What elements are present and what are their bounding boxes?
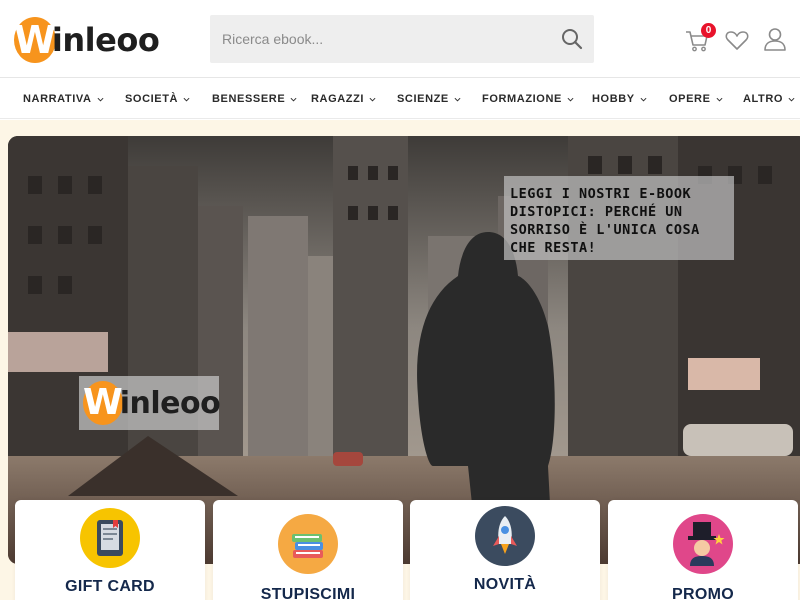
wishlist-button[interactable] xyxy=(724,24,754,54)
main-nav: NARRATIVA SOCIETÀ BENESSERE RAGAZZI SCIE… xyxy=(0,79,800,119)
nav-item-opere[interactable]: OPERE xyxy=(669,79,723,119)
nav-item-label: SCIENZE xyxy=(397,93,449,105)
nav-item-societa[interactable]: SOCIETÀ xyxy=(125,79,190,119)
card-promo[interactable]: PROMO xyxy=(608,500,798,600)
card-label: STUPISCIMI xyxy=(260,586,356,600)
card-stupiscimi[interactable]: STUPISCIMI xyxy=(213,500,403,600)
logo-mark: W xyxy=(83,381,123,425)
card-label: PROMO xyxy=(672,586,734,600)
nav-item-label: SOCIETÀ xyxy=(125,93,179,105)
logo-wordmark: inleoo xyxy=(51,21,160,59)
nav-item-label: RAGAZZI xyxy=(311,93,365,105)
magician-icon xyxy=(673,514,733,574)
cart-count-badge: 0 xyxy=(701,23,716,38)
hero-caption-text: Leggi i nostri e-book distopici: perché … xyxy=(510,186,700,256)
chevron-down-icon xyxy=(567,97,574,102)
user-icon xyxy=(764,28,786,51)
search-icon xyxy=(562,29,583,50)
nav-item-scienze[interactable]: SCIENZE xyxy=(397,79,461,119)
search-bar xyxy=(210,15,594,63)
card-novita[interactable]: NOVITÀ xyxy=(410,500,600,600)
logo-mark: W xyxy=(14,17,56,63)
heart-icon xyxy=(725,31,749,50)
nav-item-label: NARRATIVA xyxy=(23,93,92,105)
books-stack-icon xyxy=(278,514,338,574)
search-button[interactable] xyxy=(550,15,594,63)
card-gift-card[interactable]: GIFT CARD xyxy=(15,500,205,600)
chevron-down-icon xyxy=(290,97,297,102)
chevron-down-icon xyxy=(183,97,190,102)
chevron-down-icon xyxy=(640,97,647,102)
nav-item-altro[interactable]: ALTRO xyxy=(743,79,795,119)
card-label: NOVITÀ xyxy=(473,576,537,593)
nav-item-ragazzi[interactable]: RAGAZZI xyxy=(311,79,376,119)
site-header: W inleoo 0 xyxy=(0,0,800,78)
nav-item-hobby[interactable]: HOBBY xyxy=(592,79,647,119)
nav-item-label: HOBBY xyxy=(592,93,635,105)
cart-button[interactable]: 0 xyxy=(684,23,716,54)
ebook-reader-icon xyxy=(80,508,140,568)
nav-item-narrativa[interactable]: NARRATIVA xyxy=(23,79,104,119)
nav-item-label: BENESSERE xyxy=(212,93,286,105)
nav-item-label: FORMAZIONE xyxy=(482,93,562,105)
chevron-down-icon xyxy=(369,97,376,102)
nav-item-formazione[interactable]: FORMAZIONE xyxy=(482,79,574,119)
hero-logo: W inleoo xyxy=(79,376,221,430)
search-input[interactable] xyxy=(210,15,550,63)
chevron-down-icon xyxy=(454,97,461,102)
card-label: GIFT CARD xyxy=(65,578,155,595)
header-actions: 0 xyxy=(684,23,794,56)
account-button[interactable] xyxy=(762,24,792,54)
chevron-down-icon xyxy=(788,97,795,102)
nav-item-benessere[interactable]: BENESSERE xyxy=(212,79,297,119)
nav-item-label: ALTRO xyxy=(743,93,784,105)
hero-caption: Leggi i nostri e-book distopici: perché … xyxy=(504,176,734,260)
chevron-down-icon xyxy=(716,97,723,102)
chevron-down-icon xyxy=(97,97,104,102)
logo-wordmark: inleoo xyxy=(119,385,221,421)
site-logo[interactable]: W inleoo xyxy=(14,16,160,64)
nav-item-label: OPERE xyxy=(669,93,711,105)
rocket-icon xyxy=(475,506,535,566)
